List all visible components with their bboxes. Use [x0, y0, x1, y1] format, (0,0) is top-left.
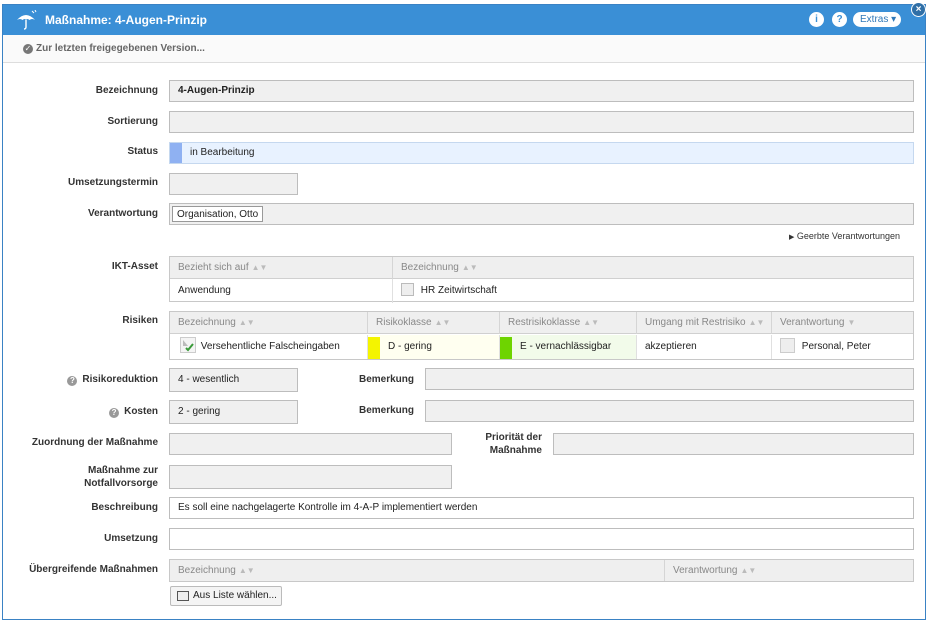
column-header[interactable]: Restrisikoklasse ▲▼ [500, 312, 637, 334]
sort-icon: ▼ [847, 318, 856, 327]
umbrella-icon [17, 10, 37, 30]
table-cell[interactable]: Versehentliche Falscheingaben [170, 335, 368, 359]
kosten-bemerkung-input[interactable] [425, 400, 914, 422]
list-icon [177, 591, 189, 601]
kosten-label: ? Kosten [3, 406, 158, 418]
ikt-asset-label: IKT-Asset [111, 261, 158, 272]
sort-icon: ▲▼ [251, 263, 268, 272]
risikoreduktion-bemerkung-input[interactable] [425, 368, 914, 390]
table-cell[interactable]: HR Zeitwirtschaft [393, 279, 913, 303]
prioritaet-select[interactable] [553, 433, 914, 455]
table-cell[interactable]: Anwendung [170, 279, 393, 303]
extras-menu-button[interactable]: Extras ▾ [853, 12, 901, 27]
umsetzungstermin-label: Umsetzungstermin [67, 177, 158, 188]
umsetzung-label: Umsetzung [104, 533, 158, 544]
bezeichnung-label: Bezeichnung [95, 85, 158, 96]
uebergreifende-table: Bezeichnung ▲▼ Verantwortung ▲▼ [169, 559, 914, 582]
column-header[interactable]: Bezeichnung ▲▼ [393, 257, 913, 279]
application-icon [401, 283, 414, 296]
risk-class-marker [368, 337, 380, 359]
dialog-titlebar: Maßnahme: 4-Augen-Prinzip i ? Extras ▾ [3, 5, 925, 35]
latest-version-link[interactable]: Zur letzten freigegebenen Version... [36, 43, 205, 54]
sort-icon: ▲▼ [583, 318, 600, 327]
sortierung-label: Sortierung [107, 116, 158, 127]
status-select[interactable]: in Bearbeitung [169, 142, 914, 164]
residual-risk-marker [500, 337, 512, 359]
beschreibung-label: Beschreibung [91, 502, 158, 513]
caret-right-icon: ▶ [789, 234, 795, 241]
table-header: Bezieht sich auf ▲▼ Bezeichnung ▲▼ [170, 257, 913, 279]
aus-liste-waehlen-button[interactable]: Aus Liste wählen... [170, 586, 282, 606]
column-header[interactable]: Risikoklasse ▲▼ [368, 312, 500, 334]
sortierung-input[interactable] [169, 111, 914, 133]
status-label: Status [127, 146, 158, 157]
question-icon[interactable]: ? [67, 376, 78, 386]
column-header[interactable]: Verantwortung ▲▼ [665, 560, 913, 581]
person-avatar-icon [780, 338, 795, 353]
table-header: Bezeichnung ▲▼ Risikoklasse ▲▼ Restrisikok… [170, 312, 913, 334]
measure-dialog: Maßnahme: 4-Augen-Prinzip i ? Extras ▾ ×… [2, 2, 926, 620]
bezeichnung-input[interactable]: 4-Augen-Prinzip [169, 80, 914, 102]
table-cell[interactable]: Personal, Peter [772, 335, 913, 359]
risk-check-icon [180, 337, 196, 353]
verantwortung-field[interactable]: Organisation, Otto [169, 203, 914, 225]
question-icon[interactable]: ? [109, 408, 120, 418]
uebergreifende-label: Übergreifende Maßnahmen [29, 564, 158, 575]
sort-icon: ▲▼ [434, 318, 451, 327]
table-cell[interactable]: D - gering [368, 335, 500, 359]
column-header[interactable]: Umgang mit Restrisiko ▲▼ [637, 312, 772, 334]
notfallvorsorge-label: Maßnahme zur Notfallvorsorge [84, 465, 158, 489]
column-header[interactable]: Bezeichnung ▲▼ [170, 560, 665, 581]
dialog-title: Maßnahme: 4-Augen-Prinzip [45, 13, 208, 27]
geerbte-verantwortungen-link[interactable]: ▶ Geerbte Verantwortungen [789, 231, 900, 241]
column-header[interactable]: Bezeichnung ▲▼ [170, 312, 368, 334]
verantwortung-token[interactable]: Organisation, Otto [172, 206, 264, 222]
umsetzungstermin-input[interactable] [169, 173, 298, 195]
status-value: in Bearbeitung [190, 147, 255, 158]
prioritaet-label: Priorität der Maßnahme [485, 432, 542, 456]
risikoreduktion-select[interactable]: 4 - wesentlich [169, 368, 298, 392]
bemerkung-label: Bemerkung [358, 405, 414, 416]
zuordnung-select[interactable] [169, 433, 452, 455]
version-bar: ✓ Zur letzten freigegebenen Version... [3, 35, 925, 63]
table-header: Bezeichnung ▲▼ Verantwortung ▲▼ [170, 560, 913, 581]
risiken-label: Risiken [122, 315, 158, 326]
sort-icon: ▲▼ [740, 566, 757, 575]
umsetzung-textarea[interactable] [169, 528, 914, 550]
verantwortung-label: Verantwortung [87, 208, 158, 219]
sort-icon: ▲▼ [461, 263, 478, 272]
table-cell[interactable]: E - vernachlässigbar [500, 335, 637, 359]
notfallvorsorge-select[interactable] [169, 465, 452, 489]
sort-icon: ▲▼ [748, 318, 765, 327]
info-icon[interactable]: i [809, 12, 824, 27]
status-color-marker [170, 143, 182, 163]
kosten-select[interactable]: 2 - gering [169, 400, 298, 424]
column-header[interactable]: Verantwortung ▼ [772, 312, 913, 334]
table-cell[interactable]: akzeptieren [637, 335, 772, 359]
sort-icon: ▲▼ [238, 566, 255, 575]
risiken-table: Bezeichnung ▲▼ Risikoklasse ▲▼ Restrisikok… [169, 311, 914, 360]
beschreibung-textarea[interactable]: Es soll eine nachgelagerte Kontrolle im … [169, 497, 914, 519]
bemerkung-label: Bemerkung [358, 374, 414, 385]
ikt-asset-table: Bezieht sich auf ▲▼ Bezeichnung ▲▼ Anwendu… [169, 256, 914, 303]
column-header[interactable]: Bezieht sich auf ▲▼ [170, 257, 393, 279]
check-circle-icon: ✓ [23, 44, 33, 54]
sort-icon: ▲▼ [238, 318, 255, 327]
help-icon[interactable]: ? [832, 12, 847, 27]
zuordnung-label: Zuordnung der Maßnahme [31, 437, 158, 448]
close-icon[interactable]: × [911, 2, 926, 17]
risikoreduktion-label: ? Risikoreduktion [3, 374, 158, 386]
